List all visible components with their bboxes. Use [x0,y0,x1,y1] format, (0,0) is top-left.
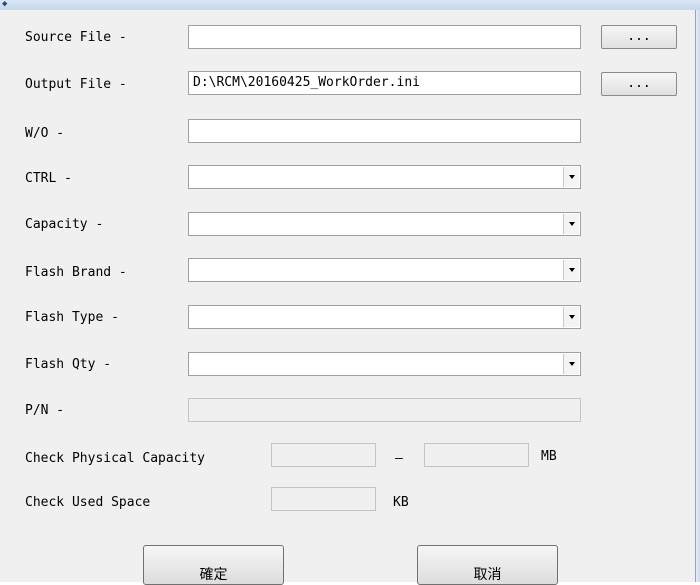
flash-brand-dropdown-arrow-icon[interactable] [563,260,579,280]
physical-capacity-min-input [271,443,376,467]
flash-brand-label: Flash Brand - [25,265,127,280]
capacity-select[interactable] [188,212,581,236]
ctrl-select[interactable] [188,165,581,189]
physical-capacity-separator: — [395,451,403,466]
pn-label: P/N - [25,403,65,418]
ctrl-label: CTRL - [25,171,72,186]
check-physical-capacity-label: Check Physical Capacity [25,451,206,466]
used-space-input [271,487,376,511]
flash-brand-select[interactable] [188,258,581,282]
flash-type-select[interactable] [188,305,581,329]
output-file-input[interactable]: D:\RCM\20160425_WorkOrder.ini [188,71,581,95]
flash-qty-dropdown-arrow-icon[interactable] [563,354,579,374]
window-right-border [695,10,700,582]
source-file-label: Source File - [25,30,127,45]
pn-input [188,398,581,422]
flash-type-dropdown-arrow-icon[interactable] [563,307,579,327]
app-icon: ◆ [2,0,8,9]
flash-qty-select[interactable] [188,352,581,376]
wo-input[interactable] [188,119,581,143]
output-file-browse-button[interactable]: ... [601,72,677,96]
dialog-client-area: Source File - ... Output File - D:\RCM\2… [0,10,695,582]
output-file-label: Output File - [25,77,127,92]
source-file-input[interactable] [188,25,581,49]
physical-capacity-max-input [424,443,529,467]
flash-qty-label: Flash Qty - [25,357,112,372]
source-file-browse-button[interactable]: ... [601,25,677,49]
ctrl-dropdown-arrow-icon[interactable] [563,167,579,187]
physical-capacity-unit: MB [541,449,557,464]
dialog-window: ◆ Source File - ... Output File - D:\RCM… [0,0,700,585]
capacity-label: Capacity - [25,217,104,232]
capacity-dropdown-arrow-icon[interactable] [563,214,579,234]
flash-type-label: Flash Type - [25,310,119,325]
wo-label: W/O - [25,126,65,141]
used-space-unit: KB [393,495,409,510]
check-used-space-label: Check Used Space [25,495,151,510]
cancel-button[interactable]: 取消 [417,545,558,585]
ok-button[interactable]: 確定 [143,545,284,585]
